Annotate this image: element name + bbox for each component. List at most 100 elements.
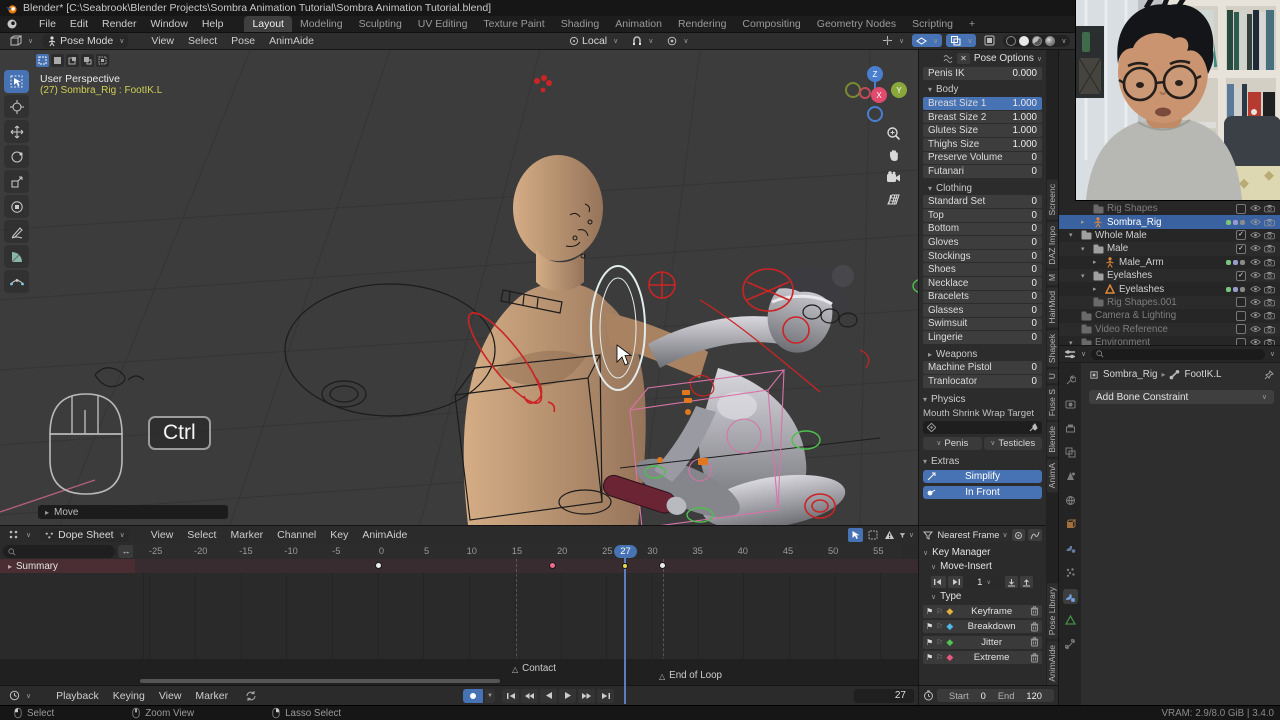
select-box-button[interactable]	[51, 54, 64, 67]
gizmo-axis-y-neg[interactable]	[845, 82, 861, 98]
property-row[interactable]: Bracelets 0	[923, 290, 1042, 304]
outliner-row[interactable]: Environment	[1059, 336, 1280, 345]
collection-checkbox[interactable]	[1236, 270, 1246, 281]
workspace-tab[interactable]: UV Editing	[410, 16, 476, 32]
next-keyframe-button[interactable]	[578, 688, 595, 703]
workspace-tab[interactable]: Modeling	[292, 16, 351, 32]
tab-output[interactable]	[1063, 421, 1078, 436]
property-row[interactable]: Breast Size 1 1.000	[923, 97, 1042, 110]
penis-toggle[interactable]: Penis	[923, 436, 982, 450]
proportional-edit-dropdown[interactable]	[663, 35, 692, 47]
property-row[interactable]: Top 0	[923, 208, 1042, 222]
frame-range-fields[interactable]: Start 0 End 120	[937, 689, 1054, 702]
viewport-3d[interactable]: User Perspective (27) Sombra_Rig : FootI…	[0, 50, 918, 525]
eyedropper-icon[interactable]	[1029, 422, 1038, 432]
dope-mode-dropdown[interactable]: Dope Sheet	[40, 528, 129, 542]
outliner-row[interactable]: Eyelashes	[1059, 268, 1280, 283]
workspace-tab[interactable]: Geometry Nodes	[809, 16, 904, 32]
sync-icon[interactable]	[245, 690, 257, 702]
collection-checkbox[interactable]	[1236, 243, 1246, 254]
viewport-menu-item[interactable]: AnimAide	[262, 34, 321, 48]
collection-checkbox[interactable]	[1236, 324, 1246, 335]
hide-eye-icon[interactable]	[1250, 244, 1261, 252]
shrinkwrap-target-field[interactable]	[923, 420, 1042, 434]
select-intersect-button[interactable]	[96, 54, 109, 67]
hide-eye-icon[interactable]	[1250, 204, 1261, 212]
playhead[interactable]	[624, 558, 626, 704]
render-camera-icon[interactable]	[1264, 258, 1275, 267]
delete-icon[interactable]	[1030, 652, 1039, 663]
filter-button[interactable]	[899, 528, 914, 542]
overlays-toggle[interactable]	[912, 34, 943, 47]
ortho-grid-icon[interactable]	[886, 192, 901, 207]
dope-menu-item[interactable]: Channel	[270, 528, 323, 542]
render-camera-icon[interactable]	[1264, 338, 1275, 345]
move-tool-button[interactable]	[4, 120, 29, 143]
dope-menu-item[interactable]: Key	[323, 528, 355, 542]
cursor-tool-button[interactable]	[4, 95, 29, 118]
panel-drag-icon[interactable]	[942, 53, 953, 64]
insert-key-down-button[interactable]	[1005, 576, 1018, 588]
collection-checkbox[interactable]	[1236, 310, 1246, 321]
property-row[interactable]: Shoes 0	[923, 263, 1042, 276]
sidebar-tab[interactable]: M	[1046, 270, 1058, 286]
end-value[interactable]: 120	[1026, 691, 1042, 701]
keyframe-dot[interactable]	[659, 562, 666, 569]
property-row[interactable]: Breast Size 2 1.000	[923, 110, 1042, 124]
property-row[interactable]: Standard Set 0	[923, 195, 1042, 208]
auto-key-button[interactable]	[463, 688, 483, 703]
testicles-toggle[interactable]: Testicles	[983, 436, 1042, 450]
sidebar-tab[interactable]: Blende	[1046, 422, 1058, 458]
select-tool-button[interactable]	[4, 70, 29, 93]
disclosure-icon[interactable]	[1069, 231, 1077, 239]
snap-mode-dropdown[interactable]: Nearest Frame	[936, 528, 1009, 542]
viewport-menu-item[interactable]: Pose	[224, 34, 262, 48]
annotate-tool-button[interactable]	[4, 220, 29, 243]
transform-tool-button[interactable]	[4, 195, 29, 218]
property-row[interactable]: Tranlocator 0	[923, 375, 1042, 388]
viewport-scene[interactable]	[0, 50, 918, 525]
render-camera-icon[interactable]	[1264, 204, 1275, 213]
property-row[interactable]: Swimsuit 0	[923, 317, 1042, 331]
tab-modifiers[interactable]	[1063, 541, 1078, 556]
property-row[interactable]: Bottom 0	[923, 222, 1042, 236]
move-insert-section[interactable]: Move-Insert	[931, 561, 1042, 572]
playbar-menu-item[interactable]: Playback	[49, 689, 106, 703]
filter-funnel-icon[interactable]	[923, 531, 933, 540]
add-bone-constraint-button[interactable]: Add Bone Constraint ∨	[1089, 390, 1274, 404]
property-row[interactable]: Clothing	[923, 182, 1042, 195]
workspace-tab[interactable]: Shading	[553, 16, 608, 32]
workspace-tab[interactable]: Animation	[607, 16, 670, 32]
workspace-tab[interactable]: Rendering	[670, 16, 734, 32]
property-row[interactable]: Machine Pistol 0	[923, 361, 1042, 375]
menu-item[interactable]: File	[32, 17, 63, 31]
flag-off-icon[interactable]: ⚐	[936, 638, 943, 647]
property-row[interactable]: Body	[923, 84, 1042, 97]
disclosure-icon[interactable]	[1093, 258, 1101, 266]
prev-keyframe-button[interactable]	[521, 688, 538, 703]
zoom-icon[interactable]	[886, 126, 901, 141]
render-camera-icon[interactable]	[1264, 271, 1275, 280]
playbar-menu-item[interactable]: View	[152, 689, 189, 703]
property-row[interactable]: Penis IK 0.000	[923, 67, 1042, 80]
playbar-menu-item[interactable]: Marker	[188, 689, 235, 703]
timeline-editor-button[interactable]	[5, 689, 35, 702]
wireframe-shading-icon[interactable]	[1006, 35, 1017, 46]
keyframe-type-row[interactable]: ⚑ ⚐ ◆ Breakdown	[923, 620, 1042, 633]
render-camera-icon[interactable]	[1264, 325, 1275, 334]
sidebar-tab[interactable]: HairMod	[1046, 287, 1058, 328]
property-row[interactable]: Stockings 0	[923, 249, 1042, 263]
gizmo-axis-z-neg[interactable]	[867, 106, 883, 122]
timeline-marker[interactable]: End of Loop	[659, 670, 722, 681]
flag-on-icon[interactable]: ⚑	[926, 653, 933, 662]
blender-app-icon[interactable]	[6, 18, 18, 30]
outliner-row[interactable]: Sombra_Rig	[1059, 215, 1280, 229]
timeline-ruler[interactable]: -25 -20 -15 -10 -5 0 5 10 15 20 25 30 35 40 45 50 55	[133, 544, 901, 560]
jump-back-key-button[interactable]	[931, 576, 946, 588]
jump-to-end-button[interactable]	[597, 688, 614, 703]
menu-item[interactable]: Window	[143, 17, 194, 31]
panel-title-dropdown[interactable]: Pose Options	[974, 53, 1042, 64]
proportional-toggle[interactable]	[1012, 529, 1025, 541]
workspace-tab[interactable]: Texture Paint	[475, 16, 552, 32]
render-camera-icon[interactable]	[1264, 311, 1275, 320]
